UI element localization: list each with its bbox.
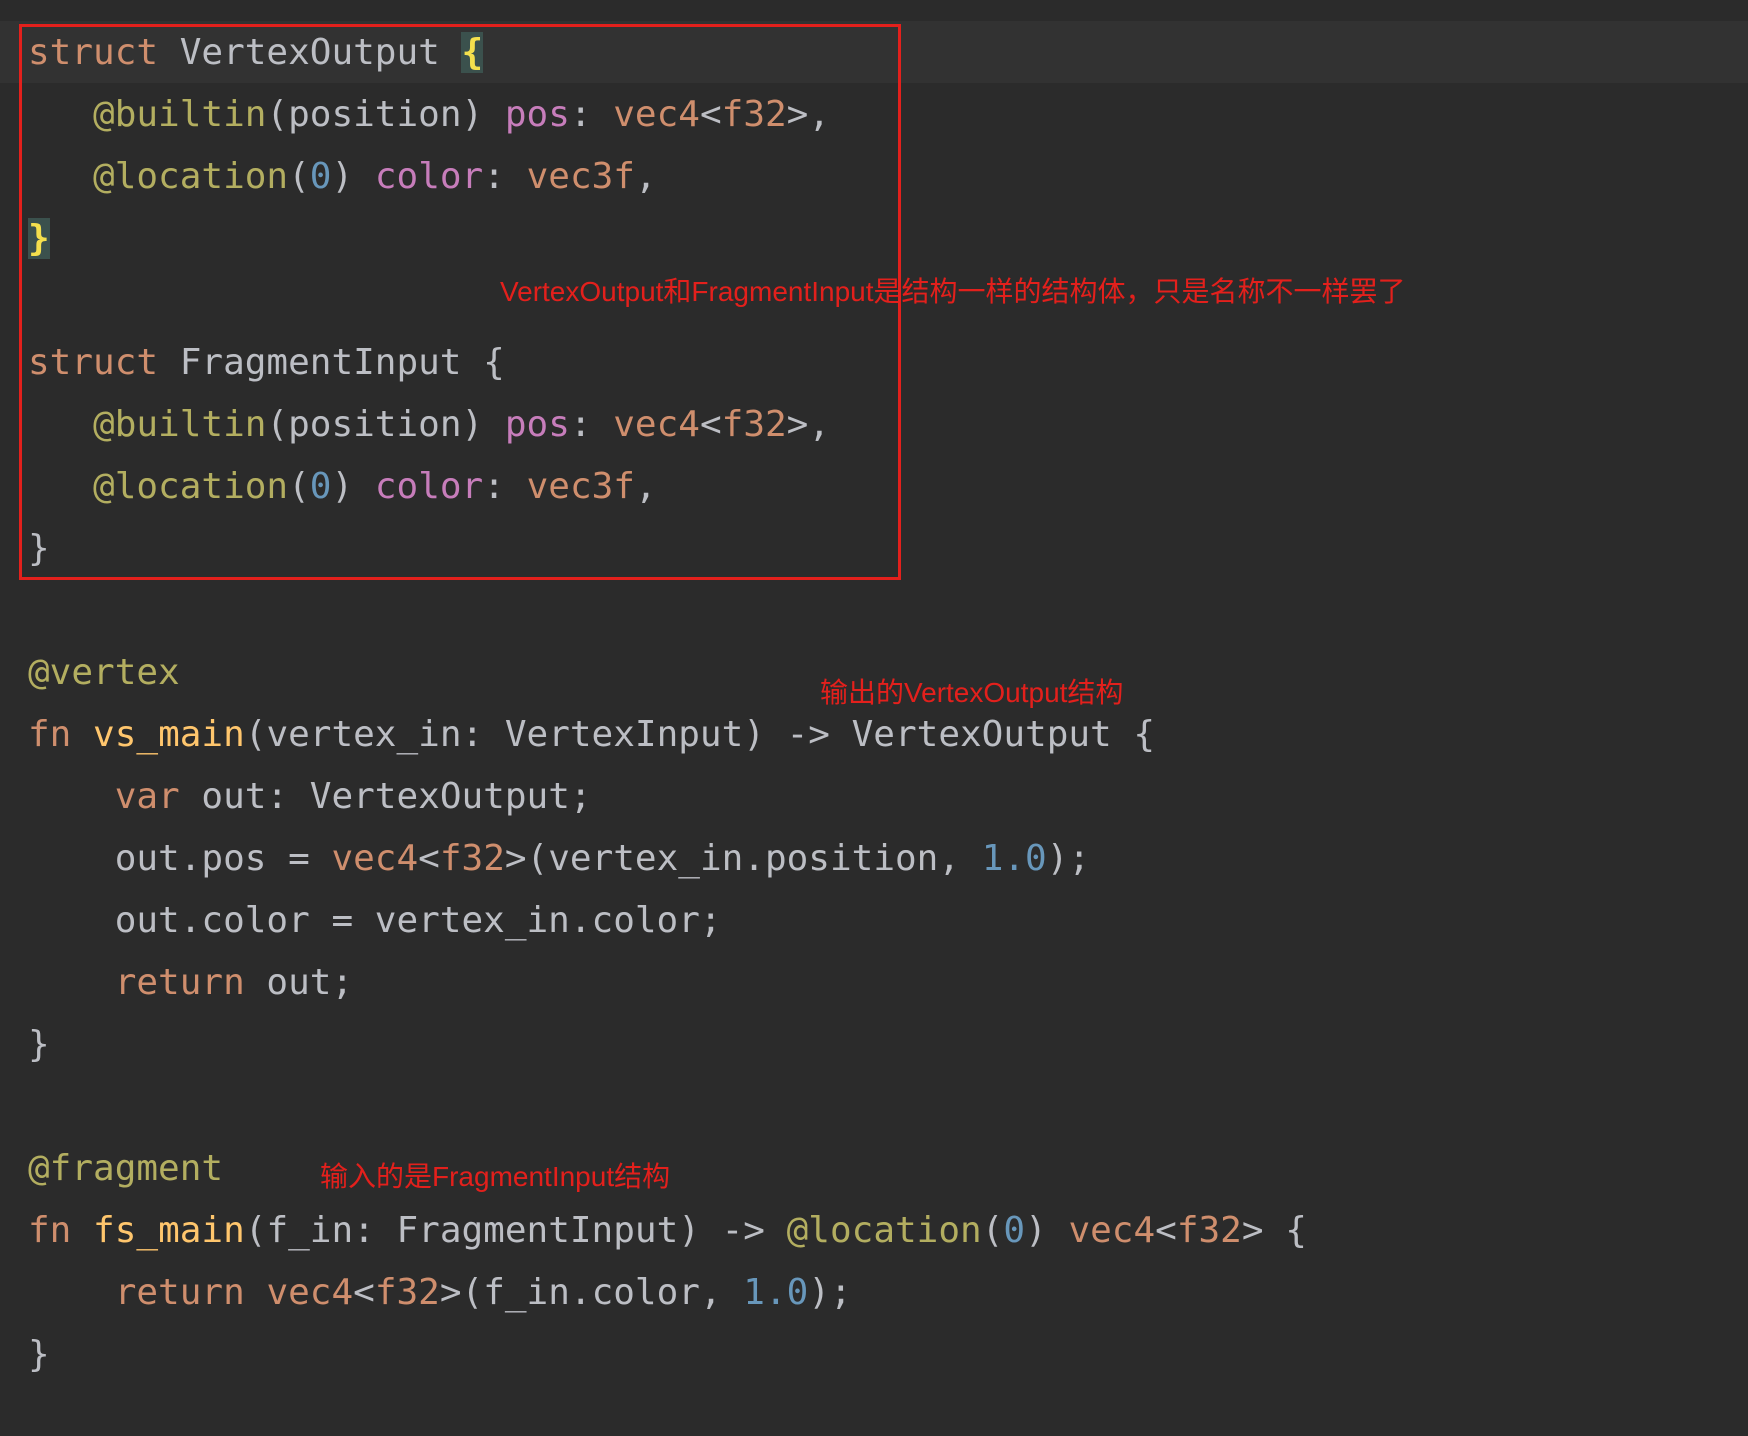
code-line[interactable]: @fragment	[28, 1138, 223, 1200]
code-line[interactable]: var out: VertexOutput;	[28, 766, 592, 828]
code-line[interactable]: }	[28, 1324, 50, 1386]
statement: >(vertex_in.position,	[504, 838, 982, 879]
punct: );	[1046, 838, 1091, 879]
number: 0	[1003, 1210, 1026, 1251]
type-name: f32	[374, 1272, 440, 1313]
punct: (	[981, 1210, 1004, 1251]
editor-top-strip	[0, 0, 1748, 21]
signature: (f_in: FragmentInput) ->	[244, 1210, 787, 1251]
punct: > {	[1241, 1210, 1307, 1251]
struct-comparison-note: VertexOutput和FragmentInput是结构一样的结构体，只是名称…	[500, 276, 1406, 307]
type-name: vec4	[331, 838, 419, 879]
type-name: vec4	[266, 1272, 354, 1313]
number: 1.0	[743, 1272, 809, 1313]
punct: );	[808, 1272, 852, 1313]
closing-brace: }	[28, 1024, 50, 1065]
closing-brace: }	[28, 1334, 50, 1375]
statement: out.color = vertex_in.color;	[114, 900, 722, 941]
function-name: fs_main	[93, 1210, 245, 1251]
type-name: f32	[439, 838, 505, 879]
type-name: f32	[1176, 1210, 1242, 1251]
code-line[interactable]: fn fs_main(f_in: FragmentInput) -> @loca…	[28, 1200, 1307, 1262]
statement: >(f_in.color,	[439, 1272, 744, 1313]
function-name: vs_main	[93, 714, 245, 755]
code-line[interactable]: return vec4<f32>(f_in.color, 1.0);	[28, 1262, 852, 1324]
keyword: return	[114, 962, 245, 1003]
keyword: fn	[28, 1210, 72, 1251]
code-line[interactable]: @vertex	[28, 642, 180, 704]
type-name: vec4	[1068, 1210, 1156, 1251]
code-line[interactable]: return out;	[28, 952, 353, 1014]
punct: )	[1025, 1210, 1069, 1251]
code-line[interactable]: out.color = vertex_in.color;	[28, 890, 722, 952]
code-editor[interactable]: struct VertexOutput { @builtin(position)…	[0, 0, 1748, 1436]
vertex-output-note: 输出的VertexOutput结构	[820, 677, 1124, 708]
statement: out: VertexOutput;	[179, 776, 592, 817]
code-line[interactable]: fn vs_main(vertex_in: VertexInput) -> Ve…	[28, 704, 1155, 766]
code-line[interactable]: }	[28, 1014, 50, 1076]
keyword: fn	[28, 714, 72, 755]
punct: <	[418, 838, 440, 879]
attribute: @location	[786, 1210, 982, 1251]
keyword: var	[114, 776, 180, 817]
code-line[interactable]: out.pos = vec4<f32>(vertex_in.position, …	[28, 828, 1090, 890]
attribute: @fragment	[28, 1148, 224, 1189]
keyword: return	[114, 1272, 245, 1313]
number: 1.0	[981, 838, 1047, 879]
punct: <	[353, 1272, 375, 1313]
signature: (vertex_in: VertexInput) -> VertexOutput…	[244, 714, 1156, 755]
statement: out.pos =	[114, 838, 332, 879]
punct: <	[1155, 1210, 1177, 1251]
fragment-input-note: 输入的是FragmentInput结构	[320, 1161, 671, 1192]
attribute: @vertex	[28, 652, 180, 693]
statement: out;	[244, 962, 354, 1003]
